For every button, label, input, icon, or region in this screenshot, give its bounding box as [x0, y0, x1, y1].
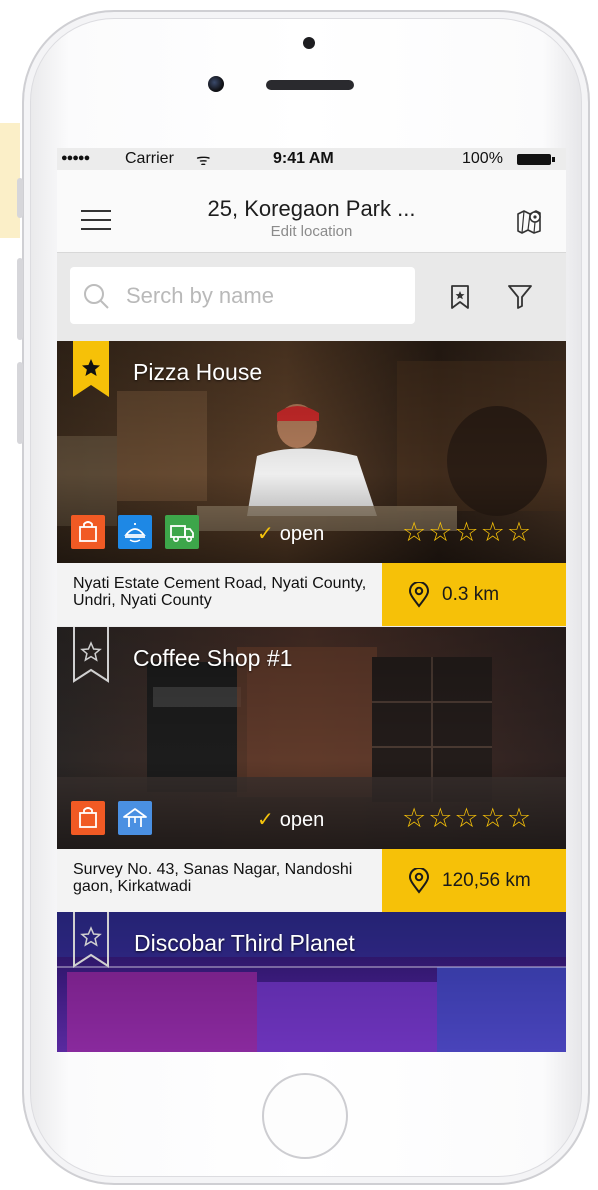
shopping-bag-icon: [71, 515, 105, 549]
map-icon[interactable]: [516, 208, 542, 234]
umbrella-icon: [118, 801, 152, 835]
filter-icon[interactable]: [506, 282, 534, 310]
open-status-label: open: [279, 523, 325, 545]
restaurant-card[interactable]: Pizza House ✓ open ☆☆☆☆☆ Nyati Estate Ce…: [57, 341, 566, 626]
search-input[interactable]: [124, 279, 408, 313]
bookmark-icon[interactable]: [449, 284, 471, 310]
edit-location-link[interactable]: Edit location: [57, 223, 566, 240]
signal-strength-icon: ●●●●●: [61, 152, 90, 164]
clock: 9:41 AM: [273, 150, 334, 167]
restaurant-name: Pizza House: [133, 359, 263, 385]
carrier-name: Carrier: [125, 150, 174, 167]
restaurant-address: Survey No. 43, Sanas Nagar, Nandoshi gao…: [73, 861, 353, 895]
restaurant-card[interactable]: Coffee Shop #1 ✓ open ☆☆☆☆☆ Survey No. 43…: [57, 627, 566, 912]
battery-icon: [517, 154, 555, 165]
mute-switch: [17, 178, 23, 218]
restaurant-card[interactable]: Discobar Third Planet: [57, 912, 566, 1052]
dish-delivery-icon: [118, 515, 152, 549]
open-status: ✓ open: [257, 521, 324, 546]
search-icon: [84, 284, 109, 309]
restaurant-name: Coffee Shop #1: [133, 645, 293, 671]
volume-up-button: [17, 258, 23, 340]
navigation-bar: 25, Koregaon Park ... Edit location: [57, 170, 566, 253]
restaurant-name: Discobar Third Planet: [134, 930, 355, 956]
shopping-bag-icon: [71, 801, 105, 835]
favorite-ribbon-icon[interactable]: [73, 912, 109, 968]
rating-stars: ☆☆☆☆☆: [402, 517, 533, 548]
distance-box[interactable]: 120,56 km: [382, 849, 566, 912]
location-title[interactable]: 25, Koregaon Park ...: [57, 196, 566, 222]
front-camera: [208, 76, 224, 92]
favorite-ribbon-icon[interactable]: [73, 341, 109, 397]
distance-value: 120,56 km: [442, 870, 531, 891]
wifi-icon: ᯤ: [196, 152, 211, 169]
search-field[interactable]: [70, 267, 415, 324]
status-bar: ●●●●● Carrier ᯤ 9:41 AM 100%: [57, 148, 566, 170]
check-icon: ✓: [257, 809, 274, 831]
address-box: Nyati Estate Cement Road, Nyati County, …: [57, 563, 382, 626]
home-button[interactable]: [262, 1073, 348, 1159]
address-box: Survey No. 43, Sanas Nagar, Nandoshi gao…: [57, 849, 382, 912]
star-rating-icons: ☆☆☆☆☆: [402, 517, 534, 547]
truck-icon: [165, 515, 199, 549]
favorite-ribbon-icon[interactable]: [73, 627, 109, 683]
volume-down-button: [17, 362, 23, 444]
earpiece-speaker: [266, 80, 354, 90]
app-screen: ●●●●● Carrier ᯤ 9:41 AM 100% 25, Koregao…: [57, 148, 566, 1052]
restaurant-address: Nyati Estate Cement Road, Nyati County, …: [73, 575, 367, 609]
location-pin-icon: [408, 582, 430, 608]
star-rating-icons: ☆☆☆☆☆: [402, 803, 534, 833]
open-status: ✓ open: [257, 807, 324, 832]
open-status-label: open: [279, 809, 325, 831]
location-pin-icon: [408, 868, 430, 894]
proximity-sensor: [303, 37, 315, 49]
battery-percentage: 100%: [462, 150, 503, 167]
check-icon: ✓: [257, 523, 274, 545]
distance-value: 0.3 km: [442, 584, 500, 605]
distance-box[interactable]: 0.3 km: [382, 563, 566, 626]
search-bar: [57, 253, 566, 341]
rating-stars: ☆☆☆☆☆: [402, 803, 533, 834]
